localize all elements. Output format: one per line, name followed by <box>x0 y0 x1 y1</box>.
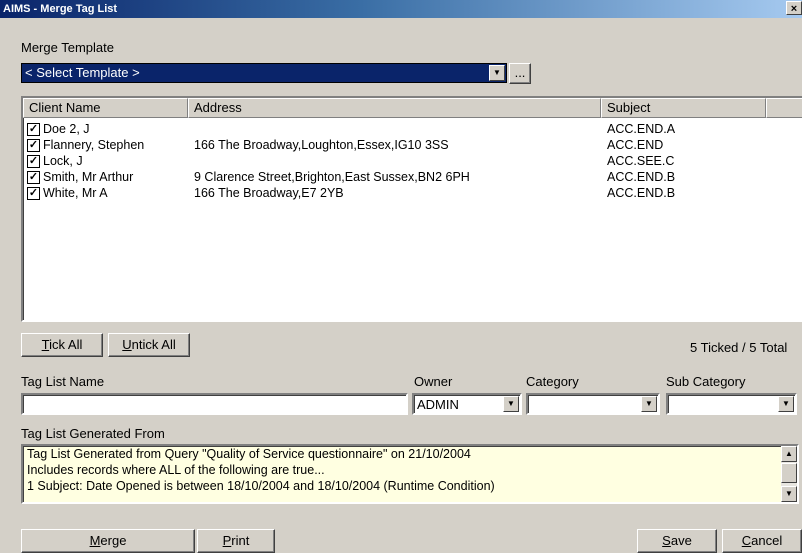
template-select-value: < Select Template > <box>25 65 140 80</box>
category-label: Category <box>526 374 579 389</box>
client-name-cell: Lock, J <box>43 154 83 168</box>
save-label: ave <box>670 533 692 548</box>
chevron-down-icon[interactable]: ▼ <box>641 396 657 412</box>
untick-all-label: ntick All <box>131 337 176 352</box>
table-row[interactable]: ✓ Smith, Mr Arthur 9 Clarence Street,Bri… <box>23 170 802 185</box>
client-name-cell: Doe 2, J <box>43 122 90 136</box>
window-title: AIMS - Merge Tag List <box>3 3 118 15</box>
memo-line: 1 Subject: Date Opened is between 18/10/… <box>27 479 495 493</box>
tick-all-accel: T <box>41 337 50 352</box>
client-name-cell: White, Mr A <box>43 186 108 200</box>
owner-value: ADMIN <box>417 397 459 412</box>
subject-cell: ACC.SEE.C <box>607 154 675 168</box>
subject-cell: ACC.END.B <box>607 186 676 200</box>
cancel-label: ancel <box>751 533 783 548</box>
client-grid[interactable]: Client Name Address Subject ✓ Doe 2, J A… <box>21 96 802 322</box>
tick-all-button[interactable]: Tick All <box>21 333 103 357</box>
untick-all-button[interactable]: Untick All <box>108 333 190 357</box>
category-select[interactable]: ▼ <box>526 393 660 415</box>
scroll-up-icon[interactable]: ▲ <box>781 446 797 462</box>
tick-all-label: ick All <box>49 337 83 352</box>
row-checkbox[interactable]: ✓ <box>27 187 40 200</box>
browse-template-button[interactable]: ... <box>509 63 531 84</box>
save-button[interactable]: Save <box>637 529 717 553</box>
column-header-client-name[interactable]: Client Name <box>23 98 188 118</box>
print-button[interactable]: Print <box>197 529 275 553</box>
tick-status: 5 Ticked / 5 Total <box>690 340 788 355</box>
client-name-cell: Smith, Mr Arthur <box>43 170 134 184</box>
print-label: rint <box>231 533 250 548</box>
row-checkbox[interactable]: ✓ <box>27 171 40 184</box>
tag-list-name-input[interactable] <box>21 393 408 415</box>
address-cell: 166 The Broadway,E7 2YB <box>194 186 344 200</box>
cancel-button[interactable]: Cancel <box>722 529 802 553</box>
column-header-address[interactable]: Address <box>188 98 601 118</box>
scroll-down-icon[interactable]: ▼ <box>781 486 797 502</box>
merge-button[interactable]: Merge <box>21 529 195 553</box>
chevron-down-icon[interactable]: ▼ <box>503 396 519 412</box>
close-icon[interactable]: × <box>786 1 802 15</box>
column-header-subject[interactable]: Subject <box>601 98 766 118</box>
subject-cell: ACC.END.B <box>607 170 676 184</box>
subject-cell: ACC.END <box>607 138 664 152</box>
address-cell: 9 Clarence Street,Brighton,East Sussex,B… <box>194 170 470 184</box>
address-cell: 166 The Broadway,Loughton,Essex,IG10 3SS <box>194 138 449 152</box>
row-checkbox[interactable]: ✓ <box>27 139 40 152</box>
column-header-filler <box>766 98 802 118</box>
generated-from-memo[interactable]: Tag List Generated from Query "Quality o… <box>21 444 799 504</box>
generated-from-label: Tag List Generated From <box>21 426 165 441</box>
memo-line: Includes records where ALL of the follow… <box>27 463 325 477</box>
template-select[interactable]: < Select Template > ▼ <box>21 63 507 83</box>
row-checkbox[interactable]: ✓ <box>27 123 40 136</box>
merge-accel: M <box>89 533 101 548</box>
client-name-cell: Flannery, Stephen <box>43 138 145 152</box>
merge-label: erge <box>100 533 127 548</box>
scroll-thumb[interactable] <box>781 463 797 483</box>
row-checkbox[interactable]: ✓ <box>27 155 40 168</box>
cancel-accel: C <box>741 533 752 548</box>
sub-category-select[interactable]: ▼ <box>666 393 797 415</box>
grid-header: Client Name Address Subject <box>23 98 802 118</box>
table-row[interactable]: ✓ Flannery, Stephen 166 The Broadway,Lou… <box>23 138 802 153</box>
title-bar: AIMS - Merge Tag List × <box>0 0 802 18</box>
merge-template-label: Merge Template <box>21 40 114 55</box>
save-accel: S <box>662 533 671 548</box>
tag-list-name-label: Tag List Name <box>21 374 105 389</box>
untick-all-accel: U <box>122 337 132 352</box>
chevron-down-icon[interactable]: ▼ <box>778 396 794 412</box>
table-row[interactable]: ✓ White, Mr A 166 The Broadway,E7 2YB AC… <box>23 186 802 201</box>
memo-line: Tag List Generated from Query "Quality o… <box>27 447 471 461</box>
table-row[interactable]: ✓ Lock, J ACC.SEE.C <box>23 154 802 169</box>
table-row[interactable]: ✓ Doe 2, J ACC.END.A <box>23 122 802 137</box>
sub-category-label: Sub Category <box>666 374 746 389</box>
owner-select[interactable]: ADMIN ▼ <box>412 393 522 415</box>
memo-scrollbar[interactable]: ▲ ▼ <box>781 446 797 502</box>
print-accel: P <box>222 533 232 548</box>
subject-cell: ACC.END.A <box>607 122 676 136</box>
owner-label: Owner <box>414 374 453 389</box>
chevron-down-icon[interactable]: ▼ <box>489 65 505 81</box>
